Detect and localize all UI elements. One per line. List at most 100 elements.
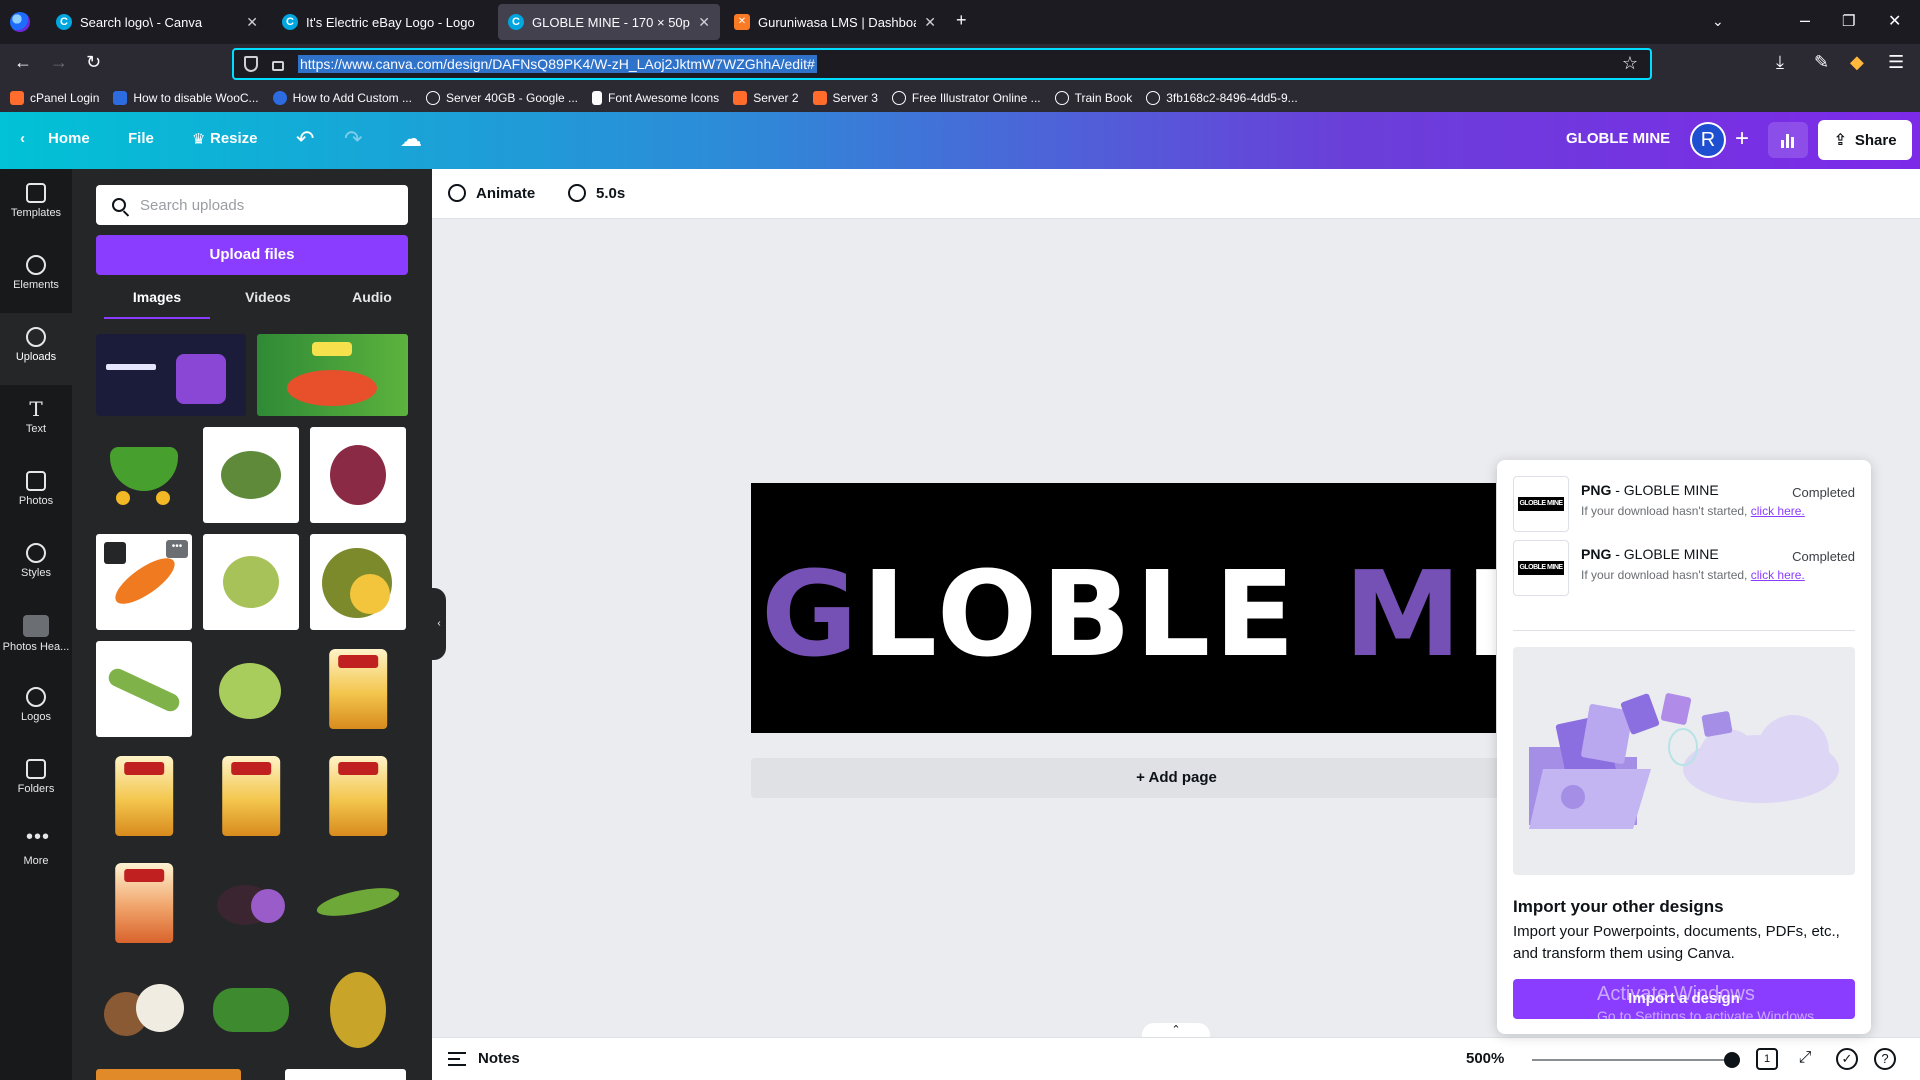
notes-button[interactable]: Notes: [448, 1050, 520, 1067]
uploaded-image[interactable]: [257, 334, 408, 416]
firefox-logo-icon[interactable]: [10, 12, 30, 32]
zoom-slider-track[interactable]: [1532, 1059, 1732, 1061]
rail-item-more[interactable]: ••• More: [0, 817, 72, 889]
uploaded-image[interactable]: [310, 641, 406, 737]
bookmark-item[interactable]: How to Add Custom ...: [272, 91, 412, 105]
file-menu-button[interactable]: File: [128, 130, 154, 147]
browser-tab-active[interactable]: C GLOBLE MINE - 170 × 50px ✕: [498, 4, 720, 40]
browser-tab[interactable]: ✕ Guruniwasa LMS | Dashboard ✕: [724, 4, 946, 40]
rail-item-photos[interactable]: Photos: [0, 457, 72, 529]
rail-item-logos[interactable]: Logos: [0, 673, 72, 745]
undo-icon[interactable]: ↶: [296, 126, 314, 152]
url-bar[interactable]: https://www.canva.com/design/DAFNsQ89PK4…: [232, 48, 1652, 80]
avatar[interactable]: R: [1690, 122, 1726, 158]
bookmark-item[interactable]: How to disable WooC...: [113, 91, 259, 105]
redo-icon[interactable]: ↷: [344, 126, 362, 152]
uploaded-image[interactable]: [96, 641, 192, 737]
click-here-link[interactable]: click here.: [1751, 568, 1805, 582]
zoom-slider-thumb[interactable]: [1724, 1052, 1740, 1068]
tab-images[interactable]: Images: [104, 289, 210, 319]
close-tab-icon[interactable]: ✕: [246, 14, 258, 31]
uploaded-image[interactable]: [310, 962, 406, 1058]
rail-item-uploads[interactable]: Uploads: [0, 313, 72, 385]
zoom-level[interactable]: 500%: [1466, 1050, 1504, 1067]
downloads-icon[interactable]: ⤓: [1776, 52, 1784, 73]
resize-button[interactable]: Resize: [210, 130, 258, 147]
collapse-panel-handle[interactable]: ‹: [432, 588, 446, 660]
tracking-shield-icon[interactable]: [244, 56, 258, 72]
tab-audio[interactable]: Audio: [322, 289, 422, 319]
tools-wrench-icon[interactable]: ✎: [1814, 52, 1829, 73]
search-box[interactable]: [96, 185, 408, 225]
insights-chart-icon[interactable]: [1768, 122, 1808, 158]
rail-item-text[interactable]: T Text: [0, 385, 72, 457]
uploaded-image[interactable]: [96, 427, 192, 523]
select-checkbox[interactable]: [104, 542, 126, 564]
list-tabs-chevron-icon[interactable]: ⌄: [1712, 13, 1724, 30]
uploaded-image[interactable]: [310, 748, 406, 844]
bookmark-item[interactable]: Free Illustrator Online ...: [891, 91, 1041, 105]
close-window-icon[interactable]: ✕: [1888, 11, 1901, 31]
uploaded-image[interactable]: [96, 748, 192, 844]
uploaded-image[interactable]: [310, 427, 406, 523]
share-button[interactable]: ⇪ Share: [1818, 120, 1912, 160]
upload-files-button[interactable]: Upload files: [96, 235, 408, 275]
page-count-button[interactable]: 1: [1756, 1048, 1778, 1070]
logo-text[interactable]: GLOBLE MINE: [761, 545, 1496, 683]
extension-icon[interactable]: ◆: [1850, 52, 1864, 73]
uploaded-image[interactable]: [310, 855, 406, 951]
cloud-saved-icon[interactable]: ☁: [400, 126, 422, 152]
uploaded-image[interactable]: [310, 534, 406, 630]
click-here-link[interactable]: click here.: [1751, 504, 1805, 518]
home-chevron-icon[interactable]: ‹: [20, 130, 25, 147]
new-tab-button[interactable]: +: [956, 10, 967, 31]
browser-tab[interactable]: C It's Electric eBay Logo - Logo: [272, 4, 494, 40]
uploaded-image[interactable]: [203, 641, 299, 737]
rail-item-templates[interactable]: Templates: [0, 169, 72, 241]
close-tab-icon[interactable]: ✕: [698, 14, 710, 31]
back-arrow-icon[interactable]: ←: [14, 52, 32, 73]
animate-button[interactable]: Animate: [448, 184, 535, 202]
app-menu-icon[interactable]: ☰: [1888, 52, 1904, 73]
uploaded-image[interactable]: [203, 427, 299, 523]
uploaded-image[interactable]: [203, 748, 299, 844]
duration-button[interactable]: 5.0s: [568, 184, 625, 202]
uploaded-image[interactable]: [203, 962, 299, 1058]
bookmark-item[interactable]: Font Awesome Icons: [592, 91, 719, 105]
search-input[interactable]: [140, 196, 390, 214]
fullscreen-icon[interactable]: ⤢: [1794, 1048, 1816, 1070]
design-page[interactable]: GLOBLE MINE: [751, 483, 1496, 733]
uploaded-image[interactable]: [285, 1069, 406, 1080]
reload-icon[interactable]: ↻: [86, 52, 101, 73]
uploaded-image[interactable]: [203, 855, 299, 951]
bookmark-star-icon[interactable]: ☆: [1622, 53, 1638, 74]
bookmark-item[interactable]: Train Book: [1054, 91, 1132, 105]
more-options-icon[interactable]: •••: [166, 540, 188, 558]
add-page-button[interactable]: + Add page: [751, 758, 1602, 798]
forward-arrow-icon[interactable]: →: [50, 52, 68, 73]
bookmark-item[interactable]: 3fb168c2-8496-4dd5-9...: [1146, 91, 1298, 105]
url-text[interactable]: https://www.canva.com/design/DAFNsQ89PK4…: [298, 55, 817, 73]
rail-item-folders[interactable]: Folders: [0, 745, 72, 817]
uploaded-image-selected[interactable]: •••: [96, 534, 192, 630]
uploaded-image[interactable]: [203, 534, 299, 630]
check-icon[interactable]: ✓: [1836, 1048, 1858, 1070]
bookmark-item[interactable]: cPanel Login: [10, 91, 99, 105]
bookmark-item[interactable]: Server 2: [733, 91, 799, 105]
uploaded-image[interactable]: [96, 334, 246, 416]
bookmark-item[interactable]: Server 40GB - Google ...: [425, 91, 578, 105]
uploaded-image[interactable]: [96, 855, 192, 951]
home-button[interactable]: Home: [48, 130, 90, 147]
design-title[interactable]: GLOBLE MINE: [1566, 130, 1670, 147]
uploaded-image[interactable]: [96, 962, 192, 1058]
add-member-plus-icon[interactable]: +: [1726, 122, 1758, 158]
rail-item-elements[interactable]: Elements: [0, 241, 72, 313]
uploaded-image[interactable]: [96, 1069, 241, 1080]
tab-videos[interactable]: Videos: [218, 289, 318, 319]
lock-icon[interactable]: [272, 61, 284, 71]
restore-window-icon[interactable]: ❐: [1842, 12, 1855, 30]
rail-item-photos-app[interactable]: Photos Hea...: [0, 601, 72, 673]
help-icon[interactable]: ?: [1874, 1048, 1896, 1070]
bookmark-item[interactable]: Server 3: [812, 91, 878, 105]
rail-item-styles[interactable]: Styles: [0, 529, 72, 601]
